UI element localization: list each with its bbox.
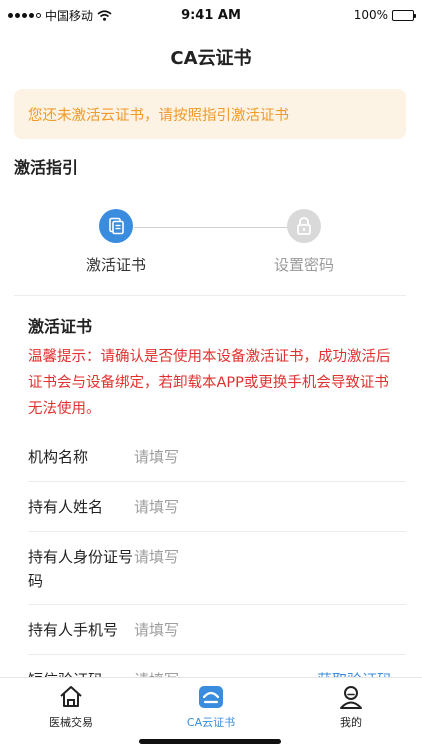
- phone-label: 持有人手机号: [28, 621, 119, 639]
- form-row-holder-name: 持有人姓名: [28, 482, 406, 532]
- form-row-organization: 机构名称: [28, 432, 406, 482]
- form-row-id-number: 持有人身份证号码: [28, 532, 406, 605]
- organization-input[interactable]: [134, 445, 406, 469]
- status-bar: 中国移动 9:41 AM 100%: [0, 0, 422, 30]
- battery-icon: [392, 9, 416, 21]
- tab-trade[interactable]: 医械交易: [21, 684, 121, 730]
- page-title: CA云证书: [170, 48, 252, 69]
- battery-percent: 100%: [353, 8, 388, 22]
- id-number-input[interactable]: [134, 545, 406, 569]
- activation-form: 机构名称 持有人姓名 持有人身份证号码 持有人手机号 短信验证码 获取验证码: [28, 432, 406, 705]
- activation-notice: 您还未激活云证书，请按照指引激活证书: [14, 89, 406, 139]
- tab-trade-label: 医械交易: [49, 716, 93, 729]
- step-activate-label: 激活证书: [85, 256, 146, 274]
- form-row-phone: 持有人手机号: [28, 605, 406, 655]
- holder-name-label: 持有人姓名: [28, 498, 104, 516]
- id-number-label: 持有人身份证号码: [28, 548, 134, 590]
- holder-name-input[interactable]: [134, 495, 406, 519]
- phone-input[interactable]: [134, 618, 406, 642]
- cloud-certificate-icon: [199, 686, 223, 708]
- tab-ca-certificate[interactable]: CA云证书: [161, 684, 261, 730]
- tab-ca-certificate-label: CA云证书: [186, 716, 236, 729]
- home-icon: [60, 686, 82, 707]
- signal-icon: [8, 12, 41, 18]
- tab-mine[interactable]: 我的: [301, 684, 401, 730]
- organization-label: 机构名称: [28, 448, 89, 466]
- home-indicator: [139, 739, 281, 744]
- guide-title: 激活指引: [14, 158, 79, 177]
- carrier-info: 中国移动: [8, 7, 112, 24]
- step-set-password-label: 设置密码: [273, 256, 334, 274]
- activation-steps: 激活证书 设置密码: [0, 206, 422, 276]
- tab-mine-label: 我的: [340, 716, 362, 729]
- card-title: 激活证书: [28, 317, 93, 336]
- step-set-password: 设置密码: [244, 206, 364, 275]
- step-activate: 激活证书: [56, 206, 176, 275]
- carrier-name: 中国移动: [45, 8, 94, 23]
- section-divider: [14, 295, 406, 296]
- wifi-icon: [97, 9, 112, 21]
- document-icon: [99, 209, 133, 243]
- user-icon: [340, 686, 362, 709]
- lock-icon: [287, 209, 321, 243]
- battery-info: 100%: [353, 8, 416, 22]
- warning-text: 温馨提示：请确认是否使用本设备激活证书，成功激活后证书会与设备绑定，若卸载本AP…: [28, 349, 391, 417]
